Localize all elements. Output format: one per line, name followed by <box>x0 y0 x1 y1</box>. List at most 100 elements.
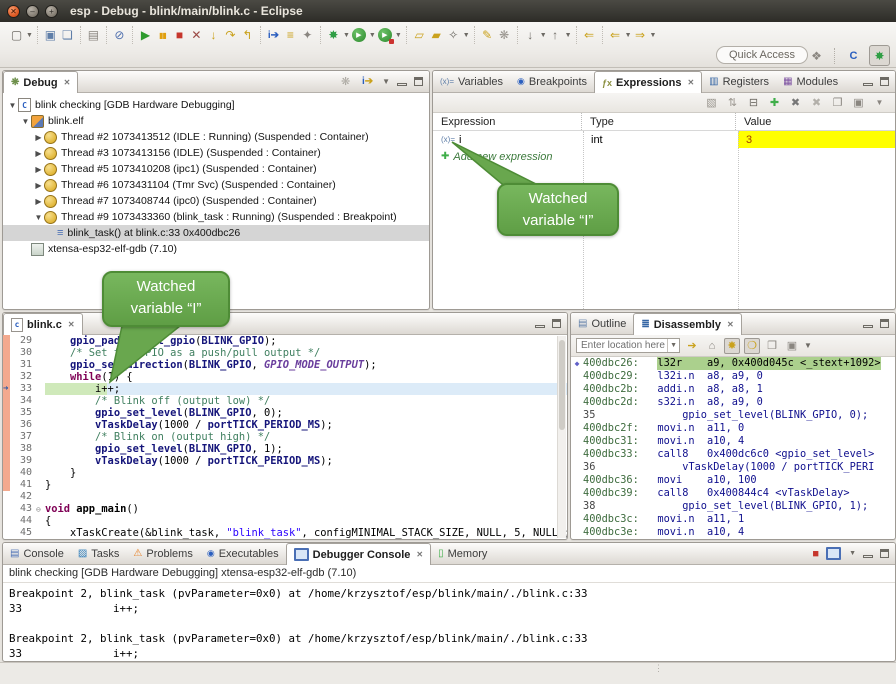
code-line[interactable]: 29 gpio_pad_select_gpio(BLINK_GPIO); <box>3 335 567 347</box>
dropdown-arrow-icon[interactable]: ▼ <box>463 32 470 39</box>
search-icon[interactable]: ✧ <box>445 27 462 44</box>
debug-tree-item[interactable]: ▶Thread #2 1073413512 (IDLE : Running) (… <box>3 129 429 145</box>
disassembly-line[interactable]: 35 gpio_set_level(BLINK_GPIO, 0); <box>571 409 895 422</box>
disassembly-line[interactable]: 400dbc33: call8 0x400dc6c0 <gpio_set_lev… <box>571 448 895 461</box>
quick-access-button[interactable]: Quick Access <box>716 46 808 64</box>
dropdown-arrow-icon[interactable]: ▼ <box>26 32 33 39</box>
disassembly-line[interactable]: 400dbc2d: s32i.n a8, a9, 0 <box>571 396 895 409</box>
new-wizard-icon[interactable]: ▢ <box>8 27 25 44</box>
editor-scrollbar[interactable] <box>557 336 566 538</box>
annotations-icon[interactable]: ❋ <box>496 27 513 44</box>
dropdown-arrow-icon[interactable]: ▼ <box>565 32 572 39</box>
code-line[interactable]: 30 /* Set the GPIO as a push/pull output… <box>3 347 567 359</box>
tree-expander-icon[interactable]: ▶ <box>33 165 44 174</box>
tab-expressions[interactable]: ƒxExpressions✕ <box>594 71 702 93</box>
maximize-view-icon[interactable] <box>414 77 423 86</box>
code-line[interactable]: 35 gpio_set_level(BLINK_GPIO, 0); <box>3 407 567 419</box>
fold-marker-icon[interactable]: ⊖ <box>36 505 45 514</box>
tree-expander-icon[interactable]: ▶ <box>33 149 44 158</box>
minimize-view-icon[interactable] <box>863 555 873 558</box>
debug-perspective-button[interactable]: ✸ <box>869 45 890 66</box>
disassembly-line[interactable]: ◆400dbc26: l32r a9, 0x400d045c <_stext+1… <box>571 357 895 370</box>
debug-tree-item[interactable]: ▶Thread #5 1073410208 (ipc1) (Suspended … <box>3 161 429 177</box>
pin-view-icon[interactable]: ▣ <box>784 338 800 354</box>
code-line[interactable]: 34 /* Blink off (output low) */ <box>3 395 567 407</box>
close-icon[interactable]: ✕ <box>64 78 71 87</box>
disassembly-line[interactable]: 400dbc2b: addi.n a8, a8, 1 <box>571 383 895 396</box>
disassembly-line[interactable]: 400dbc2f: movi.n a11, 0 <box>571 422 895 435</box>
tree-expander-icon[interactable]: ▶ <box>33 197 44 206</box>
minimize-view-icon[interactable] <box>535 325 545 328</box>
skip-breakpoints-icon[interactable]: ⊘ <box>111 27 128 44</box>
step-over-icon[interactable]: ↷ <box>222 27 239 44</box>
display-selected-console-icon[interactable] <box>826 547 841 560</box>
debug-tree-item[interactable]: xtensa-esp32-elf-gdb (7.10) <box>3 241 429 257</box>
maximize-view-icon[interactable] <box>880 319 889 328</box>
tree-expander-icon[interactable]: ▼ <box>7 101 18 110</box>
open-resource-icon[interactable]: ▰ <box>428 27 445 44</box>
maximize-window-button[interactable]: + <box>45 5 58 18</box>
disassembly-line[interactable]: 400dbc3c: movi.n a11, 1 <box>571 513 895 526</box>
terminate-icon[interactable]: ■ <box>171 27 188 44</box>
disconnect-icon[interactable]: ✕ <box>188 27 205 44</box>
open-perspective-button[interactable]: ❖ <box>807 46 826 65</box>
step-into-icon[interactable]: ↓ <box>205 27 222 44</box>
collapse-all-icon[interactable]: ⊟ <box>746 96 761 109</box>
remove-expression-icon[interactable]: ✖ <box>788 96 803 109</box>
new-view-icon[interactable]: ❐ <box>830 96 845 109</box>
code-line[interactable]: 45 xTaskCreate(&blink_task, "blink_task"… <box>3 527 567 539</box>
sync-selection-toggle-icon[interactable]: ❍ <box>744 338 760 354</box>
save-all-icon[interactable]: ❏ <box>59 27 76 44</box>
debug-tree-item[interactable]: ≡blink_task() at blink.c:33 0x400dbc26 <box>3 225 429 241</box>
step-return-icon[interactable]: ↰ <box>239 27 256 44</box>
console-dropdown-icon[interactable]: ▼ <box>849 550 856 557</box>
previous-annotation-icon[interactable]: ↑ <box>547 27 564 44</box>
debug-tree-item[interactable]: ▶Thread #7 1073408744 (ipc0) (Suspended … <box>3 193 429 209</box>
code-line[interactable]: ➜33 i++; <box>3 383 567 395</box>
minimize-view-icon[interactable] <box>863 325 873 328</box>
code-editor-area[interactable]: 29 gpio_pad_select_gpio(BLINK_GPIO);30 /… <box>3 335 567 540</box>
code-line[interactable]: 32 while(1) { <box>3 371 567 383</box>
view-menu-icon[interactable]: ▼ <box>382 77 390 86</box>
disassembly-line[interactable]: 400dbc40: call8 0x400dc6c0 <gpio_set_lev… <box>571 539 895 540</box>
tree-expander-icon[interactable]: ▼ <box>20 117 31 126</box>
trace-icon[interactable]: ✦ <box>299 27 316 44</box>
view-menu-icon[interactable]: ▼ <box>804 341 812 350</box>
debug-tree-item[interactable]: ▼Thread #9 1073433360 (blink_task : Runn… <box>3 209 429 225</box>
column-divider[interactable] <box>738 131 739 309</box>
cpp-perspective-button[interactable]: C <box>844 46 863 65</box>
debug-icon[interactable]: ✸ <box>325 27 342 44</box>
last-edit-location-icon[interactable]: ⇐ <box>581 27 598 44</box>
external-tools-icon[interactable]: ▶ <box>378 28 392 42</box>
remove-all-expressions-icon[interactable]: ✖ <box>809 96 824 109</box>
tab-breakpoints[interactable]: ◉Breakpoints <box>510 71 594 92</box>
dropdown-arrow-icon[interactable]: ▼ <box>343 32 350 39</box>
tab-executables[interactable]: ◉Executables <box>200 543 286 564</box>
debug-tree-item[interactable]: ▼blink.elf <box>3 113 429 129</box>
disassembly-line[interactable]: 38 gpio_set_level(BLINK_GPIO, 1); <box>571 500 895 513</box>
disassembly-line[interactable]: 400dbc36: movi a10, 100 <box>571 474 895 487</box>
debug-tree-item[interactable]: ▼Cblink checking [GDB Hardware Debugging… <box>3 97 429 113</box>
close-icon[interactable]: ✕ <box>416 550 423 559</box>
tab-variables[interactable]: (x)=Variables <box>433 71 510 92</box>
disassembly-listing[interactable]: ◆400dbc26: l32r a9, 0x400d045c <_stext+1… <box>571 357 895 540</box>
tab-debug[interactable]: ❋ Debug✕ <box>3 71 78 93</box>
dropdown-arrow-icon[interactable]: ▼ <box>540 32 547 39</box>
tab-blink-c[interactable]: c blink.c✕ <box>3 313 83 335</box>
remove-all-terminated-icon[interactable]: ❋ <box>338 75 353 88</box>
pin-view-icon[interactable]: ▣ <box>851 96 866 109</box>
debug-tree-item[interactable]: ▶Thread #3 1073413156 (IDLE) (Suspended … <box>3 145 429 161</box>
run-icon[interactable]: ▶ <box>352 28 366 42</box>
maximize-view-icon[interactable] <box>880 549 889 558</box>
code-line[interactable]: 37 /* Blink on (output high) */ <box>3 431 567 443</box>
code-line[interactable]: 43⊖void app_main() <box>3 503 567 515</box>
tab-problems[interactable]: ⚠Problems <box>126 543 199 564</box>
minimize-view-icon[interactable] <box>863 83 873 86</box>
debug-tree-item[interactable]: ▶Thread #6 1073431104 (Tmr Svc) (Suspend… <box>3 177 429 193</box>
show-debug-frames-icon[interactable]: ≡ <box>282 27 299 44</box>
terminate-console-icon[interactable]: ■ <box>812 548 819 560</box>
code-line[interactable]: 36 vTaskDelay(1000 / portTICK_PERIOD_MS)… <box>3 419 567 431</box>
tab-outline[interactable]: ▤Outline <box>571 313 633 334</box>
instruction-stepping-icon[interactable]: i➔ <box>265 27 282 44</box>
close-icon[interactable]: ✕ <box>727 320 734 329</box>
